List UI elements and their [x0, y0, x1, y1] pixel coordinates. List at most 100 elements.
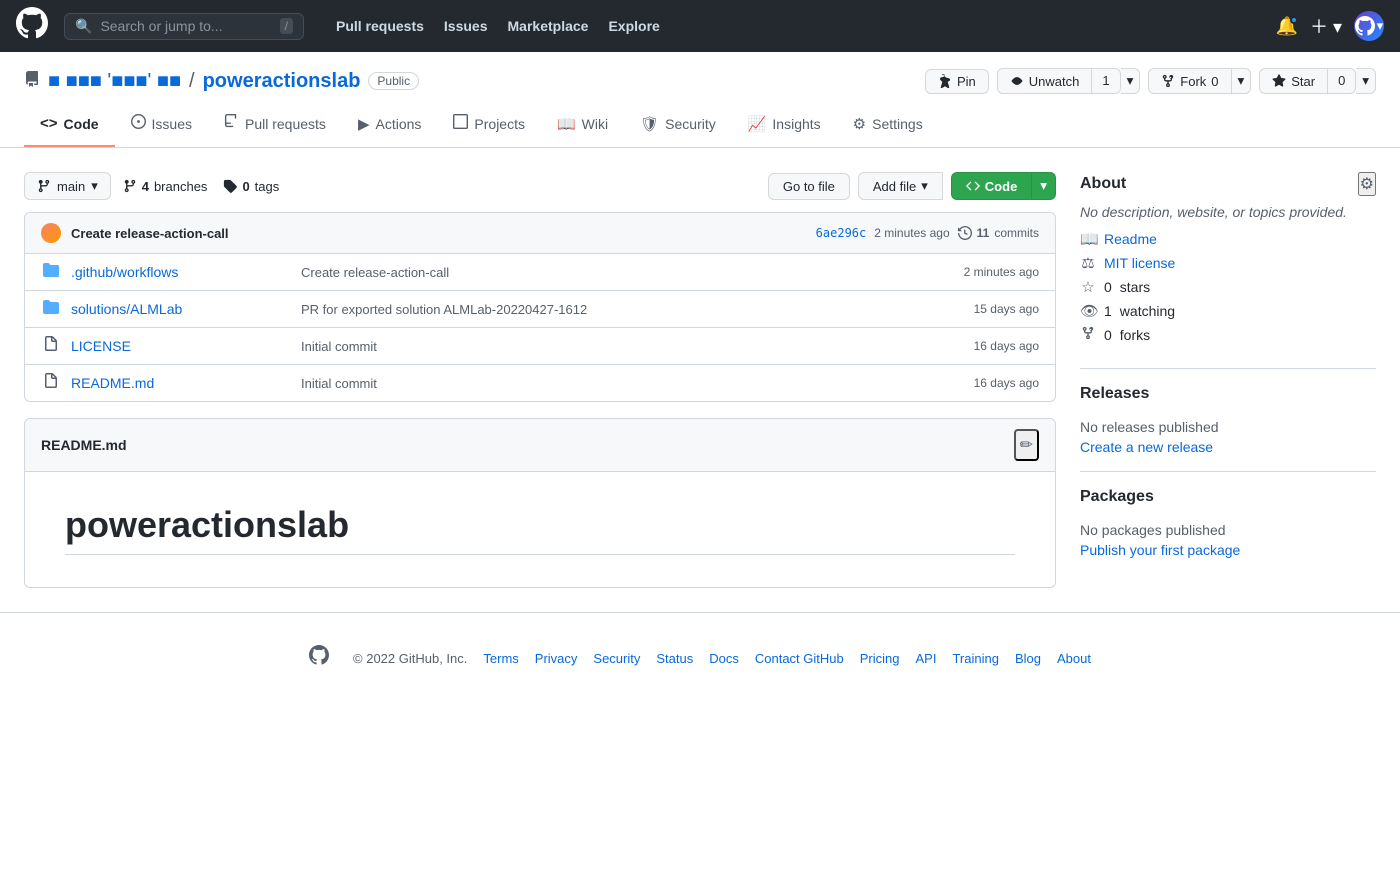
file-name-1[interactable]: solutions/ALMLab [71, 301, 291, 317]
star-count[interactable]: 0 [1328, 68, 1356, 94]
slash-shortcut: / [280, 18, 293, 34]
user-avatar[interactable]: ▾ [1354, 11, 1384, 41]
branch-selector[interactable]: main ▾ [24, 172, 111, 200]
nav-pull-requests[interactable]: Pull requests [328, 14, 432, 38]
insights-tab-icon: 📈 [748, 115, 767, 133]
tab-insights[interactable]: 📈 Insights [732, 106, 837, 147]
new-item-button[interactable]: ＋ ▾ [1310, 13, 1342, 39]
projects-tab-icon [453, 114, 468, 133]
footer-privacy[interactable]: Privacy [535, 651, 578, 666]
unwatch-dropdown[interactable]: ▾ [1121, 68, 1141, 94]
commit-meta: 6ae296c 2 minutes ago 11 commits [816, 226, 1039, 240]
footer-security[interactable]: Security [593, 651, 640, 666]
add-file-button[interactable]: Add file ▾ [858, 172, 943, 200]
search-placeholder: Search or jump to... [100, 18, 271, 34]
footer-api[interactable]: API [915, 651, 936, 666]
nav-explore[interactable]: Explore [600, 14, 667, 38]
repo-name[interactable]: poweractionslab [203, 70, 361, 93]
nav-issues[interactable]: Issues [436, 14, 496, 38]
file-time-1: 15 days ago [974, 302, 1039, 316]
file-toolbar: main ▾ 4 branches 0 tags Go to file [24, 172, 1056, 200]
create-release-link[interactable]: Create a new release [1080, 439, 1213, 455]
tab-security[interactable]: 🛡 Security [624, 106, 732, 147]
file-doc-icon [41, 373, 61, 393]
security-tab-icon: 🛡 [640, 115, 659, 133]
about-gear-button[interactable]: ⚙ [1358, 172, 1376, 196]
file-name-2[interactable]: LICENSE [71, 338, 291, 354]
branches-link[interactable]: 4 branches [123, 179, 208, 194]
tab-actions[interactable]: ▶ Actions [342, 106, 437, 147]
footer-training[interactable]: Training [952, 651, 998, 666]
visibility-badge: Public [368, 72, 419, 90]
notifications-button[interactable]: 🔔 [1276, 16, 1298, 37]
star-button[interactable]: Star [1259, 68, 1328, 94]
readme-edit-button[interactable]: ✏ [1014, 429, 1039, 461]
sidebar-divider-2 [1080, 471, 1376, 472]
footer-status[interactable]: Status [656, 651, 693, 666]
tab-projects[interactable]: Projects [437, 106, 541, 147]
file-commit-1[interactable]: PR for exported solution ALMLab-20220427… [301, 302, 964, 317]
footer-pricing[interactable]: Pricing [860, 651, 900, 666]
file-name-3[interactable]: README.md [71, 375, 291, 391]
tab-issues[interactable]: Issues [115, 106, 208, 147]
about-description: No description, website, or topics provi… [1080, 204, 1376, 220]
add-file-chevron: ▾ [921, 178, 928, 194]
readme-header: README.md ✏ [25, 419, 1055, 472]
latest-commit-row: Create release-action-call 6ae296c 2 min… [25, 213, 1055, 254]
about-license: ⚖ MIT license [1080, 254, 1376, 272]
file-name-0[interactable]: .github/workflows [71, 264, 291, 280]
repo-title-row: ■ ■■■ '■■■' ■■ / poweractionslab Public … [24, 68, 1376, 94]
pull-requests-tab-icon [224, 114, 239, 133]
add-file-group: Add file ▾ [858, 172, 943, 200]
tab-pull-requests[interactable]: Pull requests [208, 106, 342, 147]
releases-empty: No releases published [1080, 419, 1376, 435]
file-time-2: 16 days ago [974, 339, 1039, 353]
footer-docs[interactable]: Docs [709, 651, 739, 666]
actions-tab-icon: ▶ [358, 115, 370, 133]
footer-contact[interactable]: Contact GitHub [755, 651, 844, 666]
commit-message[interactable]: Create release-action-call [71, 226, 806, 241]
footer-blog[interactable]: Blog [1015, 651, 1041, 666]
github-logo[interactable] [16, 7, 48, 45]
readme-heading: poweractionslab [65, 504, 1015, 555]
readme-box: README.md ✏ poweractionslab [24, 418, 1056, 588]
fork-group: Fork 0 ▾ [1148, 68, 1251, 94]
commit-history-link[interactable]: 11 commits [958, 226, 1039, 240]
readme-content: poweractionslab [25, 472, 1055, 587]
commit-sha[interactable]: 6ae296c [816, 226, 867, 240]
pin-button[interactable]: Pin [925, 69, 989, 94]
footer-about[interactable]: About [1057, 651, 1091, 666]
file-commit-2[interactable]: Initial commit [301, 339, 964, 354]
search-box[interactable]: 🔍 Search or jump to... / [64, 13, 304, 40]
fork-dropdown[interactable]: ▾ [1232, 68, 1252, 94]
file-commit-0[interactable]: Create release-action-call [301, 265, 954, 280]
goto-file-button[interactable]: Go to file [768, 173, 850, 200]
unwatch-count[interactable]: 1 [1092, 68, 1120, 94]
star-dropdown[interactable]: ▾ [1356, 68, 1376, 94]
top-nav-right: 🔔 ＋ ▾ ▾ [1276, 11, 1384, 41]
tab-wiki[interactable]: 📖 Wiki [541, 106, 624, 147]
repo-icon [24, 71, 40, 92]
unwatch-button[interactable]: Unwatch [997, 68, 1093, 94]
star-icon: ☆ [1080, 278, 1096, 296]
repo-owner[interactable]: ■ ■■■ '■■■' ■■ [48, 70, 181, 93]
tab-settings[interactable]: ⚙ Settings [837, 106, 939, 147]
fork-button[interactable]: Fork 0 [1148, 68, 1231, 94]
toolbar-right: Go to file Add file ▾ Code ▾ [768, 172, 1056, 200]
law-icon: ⚖ [1080, 254, 1096, 272]
footer-terms[interactable]: Terms [483, 651, 518, 666]
releases-section: Releases No releases published Create a … [1080, 385, 1376, 455]
fork-icon [1080, 326, 1096, 344]
tags-link[interactable]: 0 tags [223, 179, 279, 194]
code-dropdown[interactable]: ▾ [1032, 172, 1056, 200]
repo-tabs: <> Code Issues Pull requests ▶ Actions P… [24, 106, 1376, 147]
code-button[interactable]: Code [951, 172, 1033, 200]
repo-separator: / [189, 70, 195, 93]
search-icon: 🔍 [75, 18, 92, 35]
nav-marketplace[interactable]: Marketplace [500, 14, 597, 38]
file-commit-3[interactable]: Initial commit [301, 376, 964, 391]
publish-package-link[interactable]: Publish your first package [1080, 542, 1240, 558]
file-time-0: 2 minutes ago [964, 265, 1039, 279]
tab-code[interactable]: <> Code [24, 106, 115, 147]
star-group: Star 0 ▾ [1259, 68, 1376, 94]
